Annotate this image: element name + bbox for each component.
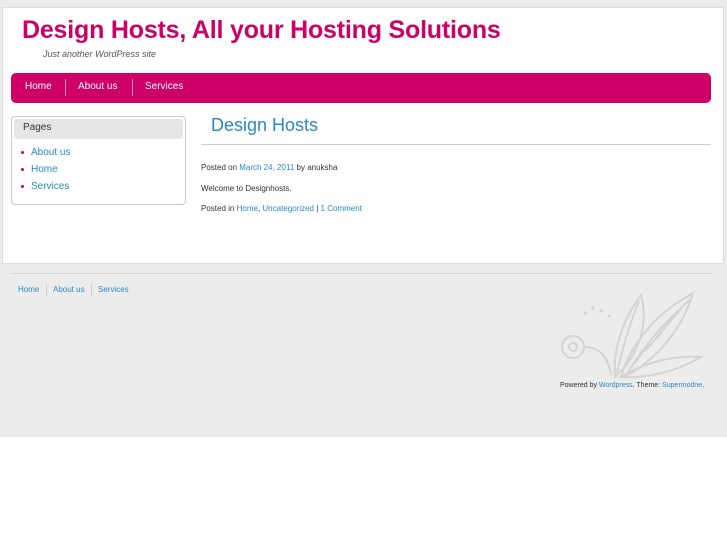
nav-divider <box>132 79 133 96</box>
sidebar-link-home[interactable]: Home <box>31 164 58 175</box>
sidebar-title: Pages <box>14 119 183 139</box>
post-by-label: by <box>296 163 305 172</box>
footer-nav-about[interactable]: About us <box>53 285 85 294</box>
nav-divider <box>65 79 66 96</box>
footer-credits: Powered by Wordpress. Theme: Supermodne. <box>560 382 704 389</box>
sidebar-pages-widget: Pages About us Home Services <box>11 116 186 205</box>
theme-label: . Theme: <box>632 382 661 389</box>
wordpress-link[interactable]: Wordpress <box>599 382 633 389</box>
credits-end: . <box>702 382 705 389</box>
nav-item-home[interactable]: Home <box>25 73 52 103</box>
meta-pipe: | <box>316 204 319 213</box>
nav-item-services[interactable]: Services <box>145 73 183 103</box>
sidebar-item-home: Home <box>21 163 70 180</box>
site-tagline: Just another WordPress site <box>43 49 157 59</box>
theme-link[interactable]: Supermodne <box>662 382 702 389</box>
category-comma: , <box>257 204 261 213</box>
bullet-icon <box>21 167 24 171</box>
leaf-swirl-icon <box>561 290 705 380</box>
posted-in-label: Posted in <box>201 204 235 213</box>
powered-by-label: Powered by <box>560 382 597 389</box>
footer-divider <box>11 273 713 274</box>
footer-nav-divider <box>46 284 47 296</box>
post-title[interactable]: Design Hosts <box>211 115 318 136</box>
post-date-link[interactable]: March 24, 2011 <box>239 163 294 172</box>
post-body: Welcome to Designhosts. <box>201 184 292 193</box>
bullet-icon <box>21 184 24 188</box>
site-title[interactable]: Design Hosts, All your Hosting Solutions <box>22 16 501 45</box>
post-title-divider <box>201 144 711 145</box>
post-categories: Posted in Home, Uncategorized | 1 Commen… <box>201 204 362 213</box>
footer-nav-home[interactable]: Home <box>18 285 39 294</box>
posted-on-label: Posted on <box>201 163 238 172</box>
post-author: anuksha <box>307 163 338 172</box>
category-link-home[interactable]: Home <box>237 204 258 213</box>
nav-item-about[interactable]: About us <box>78 73 117 103</box>
sidebar-item-about: About us <box>21 146 70 163</box>
sidebar-item-services: Services <box>21 180 70 197</box>
category-link-uncategorized[interactable]: Uncategorized <box>262 204 314 213</box>
footer-nav-services[interactable]: Services <box>98 285 129 294</box>
main-nav: Home About us Services <box>11 73 711 103</box>
post-meta: Posted on March 24, 2011 by anuksha <box>201 163 337 172</box>
comments-link[interactable]: 1 Comment <box>321 204 362 213</box>
bullet-icon <box>21 150 24 154</box>
sidebar-link-about[interactable]: About us <box>31 147 70 158</box>
footer-nav-divider <box>91 284 92 296</box>
sidebar-list: About us Home Services <box>21 146 70 197</box>
sidebar-link-services[interactable]: Services <box>31 181 69 192</box>
